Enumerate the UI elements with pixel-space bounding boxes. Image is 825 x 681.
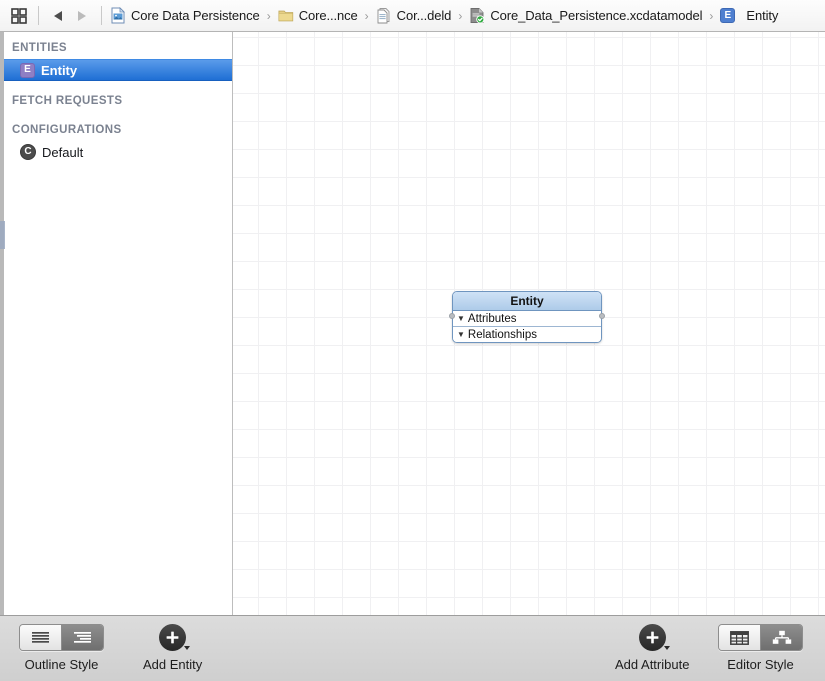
add-entity-button[interactable] [159,624,191,651]
sidebar-scroll-thumb[interactable] [0,221,5,249]
entity-node-title[interactable]: Entity [453,292,601,311]
outline-style-segmented-control[interactable] [19,624,104,651]
outline-style-hierarchical-segment[interactable] [61,625,103,650]
add-entity-caret-icon[interactable] [184,646,191,650]
breadcrumb-label-project: Core Data Persistence [131,8,260,23]
connection-point-left[interactable] [449,313,455,319]
sidebar-item-label-entity: Entity [41,62,78,78]
breadcrumb-chevron-2: › [364,8,369,23]
forward-arrow-icon [78,10,86,21]
outline-style-label: Outline Style [24,657,99,672]
hierarchical-list-icon [74,632,91,643]
project-document-icon [111,7,125,24]
plus-circle-icon [159,624,187,651]
sidebar-section-header-fetch-requests: FETCH REQUESTS [12,95,123,107]
breadcrumb-chevron-4: › [709,8,714,23]
xcode-core-data-editor-window: Core Data Persistence › Core...nce › Cor… [0,0,825,681]
plus-circle-icon [638,624,666,651]
breadcrumb-label-xcdatamodel: Core_Data_Persistence.xcdatamodel [490,8,703,23]
table-grid-icon [730,630,749,645]
forward-button[interactable] [73,7,90,24]
add-attribute-control: Add Attribute [615,624,689,672]
back-arrow-icon [54,10,62,21]
editor-style-table-segment[interactable] [719,625,760,650]
editor-style-control: Editor Style [718,624,803,672]
plus-icon [166,631,179,644]
add-entity-label: Add Entity [143,657,203,672]
chevron-down-icon[interactable]: ▼ [457,314,465,323]
entity-node-attributes-label: Attributes [467,312,517,325]
breadcrumb-chevron-1: › [266,8,271,23]
model-outline-sidebar: ENTITIES E Entity FETCH REQUESTS CONFIGU… [0,32,233,615]
entity-node-relationships-row[interactable]: ▼ Relationships [453,326,601,342]
add-attribute-caret-icon[interactable] [663,646,670,650]
breadcrumb-label-entity: Entity [746,8,779,23]
sidebar-item-entity[interactable]: E Entity [0,59,232,81]
jumpbar-divider-1 [38,6,39,25]
breadcrumb-item-xcdatamodel[interactable]: Core_Data_Persistence.xcdatamodel [469,0,702,31]
sidebar-section-header-entities: ENTITIES [12,42,67,54]
breadcrumb-item-datamodel-group[interactable]: Cor...deld [376,0,452,31]
entity-node-relationships-label: Relationships [467,328,537,341]
editor-style-label: Editor Style [727,657,794,672]
add-attribute-label: Add Attribute [615,657,690,672]
xcdatamodel-icon [470,8,485,24]
entity-node-attributes-row[interactable]: ▼ Attributes [453,311,601,326]
grid-icon [10,7,27,24]
entity-badge-icon: E [720,8,736,23]
breadcrumb-label-folder: Core...nce [298,8,358,23]
breadcrumb-item-entity[interactable]: E Entity [720,0,778,31]
add-entity-control: Add Entity [143,624,202,672]
editor-body: ENTITIES E Entity FETCH REQUESTS CONFIGU… [0,32,825,615]
datamodel-group-icon [377,8,390,24]
jumpbar-divider-2 [101,6,102,25]
sidebar-item-default-configuration[interactable]: C Default [0,141,232,163]
breadcrumb-item-project[interactable]: Core Data Persistence [110,0,260,31]
editor-bottom-toolbar: Outline Style Add Entity Add Attribute E… [0,615,825,681]
breadcrumb-chevron-3: › [458,8,463,23]
jump-bar: Core Data Persistence › Core...nce › Cor… [0,0,825,32]
model-graph-canvas[interactable]: Entity ▼ Attributes ▼ Relationships [233,32,825,615]
breadcrumb-item-folder[interactable]: Core...nce [278,0,358,31]
outline-style-flat-segment[interactable] [20,625,61,650]
plus-icon [646,631,659,644]
related-items-button[interactable] [10,7,27,24]
add-attribute-button[interactable] [638,624,670,651]
chevron-down-icon[interactable]: ▼ [457,330,465,339]
editor-style-graph-segment[interactable] [760,625,802,650]
sidebar-section-header-configurations: CONFIGURATIONS [12,124,122,136]
configuration-badge-icon: C [20,144,36,160]
folder-icon [278,10,293,22]
entity-node[interactable]: Entity ▼ Attributes ▼ Relationships [449,291,605,343]
sidebar-item-label-default: Default [42,144,84,160]
graph-hierarchy-icon [772,630,791,644]
outline-style-control: Outline Style [19,624,104,672]
editor-style-segmented-control[interactable] [718,624,803,651]
breadcrumb-label-datamodel-group: Cor...deld [396,8,452,23]
entity-badge-icon: E [20,62,35,78]
flat-list-icon [32,632,49,643]
connection-point-right[interactable] [599,313,605,319]
sidebar-scroll-rail[interactable] [0,32,4,615]
back-button[interactable] [50,7,67,24]
